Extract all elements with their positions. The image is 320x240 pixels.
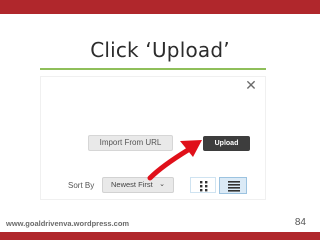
page-number: 84 [294,217,306,228]
pointer-arrow [147,140,202,181]
bottom-accent-bar [0,232,320,240]
footer-url: www.goaldrivenva.wordpress.com [6,219,130,228]
